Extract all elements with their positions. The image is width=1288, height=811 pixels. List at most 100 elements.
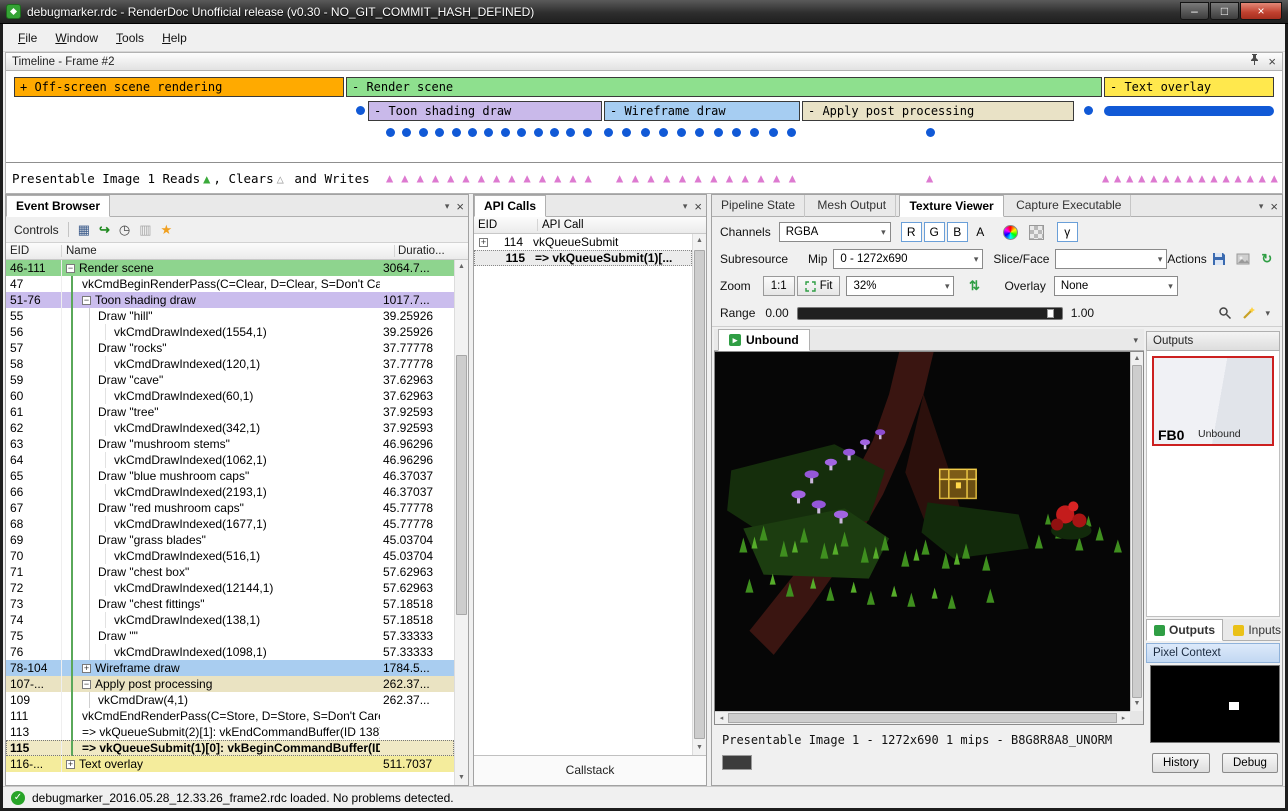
scrollbar-thumb[interactable] bbox=[1132, 365, 1142, 698]
outputs-header[interactable]: Outputs bbox=[1146, 331, 1280, 351]
scrollbar-vertical[interactable]: ▲ ▼ bbox=[692, 234, 706, 755]
menu-item-help[interactable]: Help bbox=[153, 27, 196, 49]
timeline-block-render-scene[interactable]: - Render scene bbox=[346, 77, 1102, 97]
tab-pipeline-state[interactable]: Pipeline State bbox=[712, 195, 805, 217]
tab-inputs[interactable]: Inputs bbox=[1226, 619, 1288, 641]
minimize-button[interactable]: – bbox=[1180, 2, 1209, 20]
event-row[interactable]: 58vkCmdDrawIndexed(120,1)37.77778 bbox=[6, 356, 454, 372]
event-row[interactable]: 61Draw "tree"37.92593 bbox=[6, 404, 454, 420]
history-button[interactable]: History bbox=[1152, 753, 1210, 773]
scroll-right-icon[interactable]: ▸ bbox=[1117, 712, 1130, 725]
draw-marker-dot[interactable] bbox=[787, 128, 796, 137]
event-row[interactable]: 56vkCmdDrawIndexed(1554,1)39.25926 bbox=[6, 324, 454, 340]
draw-marker-dot[interactable] bbox=[550, 128, 559, 137]
event-row[interactable]: 51-76−Toon shading draw1017.7... bbox=[6, 292, 454, 308]
chevron-down-icon[interactable]: ▾ bbox=[445, 201, 450, 212]
timeline-header[interactable]: Timeline - Frame #2 × bbox=[5, 52, 1283, 71]
event-row[interactable]: 63Draw "mushroom stems"46.96296 bbox=[6, 436, 454, 452]
tab-mesh-output[interactable]: Mesh Output bbox=[808, 195, 896, 217]
event-row[interactable]: 74vkCmdDrawIndexed(138,1)57.18518 bbox=[6, 612, 454, 628]
column-duration[interactable]: Duratio... bbox=[394, 245, 468, 257]
mip-dropdown[interactable]: 0 - 1272x690 ▾ bbox=[833, 249, 983, 269]
scroll-down-icon[interactable]: ▼ bbox=[1131, 697, 1143, 711]
event-row[interactable]: 70vkCmdDrawIndexed(516,1)45.03704 bbox=[6, 548, 454, 564]
menu-item-file[interactable]: File bbox=[9, 27, 46, 49]
expander-icon[interactable]: − bbox=[82, 296, 91, 305]
draw-marker-dot[interactable] bbox=[435, 128, 444, 137]
scrollbar-thumb[interactable] bbox=[694, 250, 705, 739]
title-bar[interactable]: debugmarker.rdc - RenderDoc Unofficial r… bbox=[0, 0, 1288, 24]
zoom-dropdown[interactable]: 32% ▾ bbox=[846, 276, 954, 296]
event-row[interactable]: 46-111−Render scene3064.7... bbox=[6, 260, 454, 276]
texture-image[interactable] bbox=[715, 352, 1130, 711]
event-row[interactable]: 78-104+Wireframe draw1784.5... bbox=[6, 660, 454, 676]
event-row[interactable]: 72vkCmdDrawIndexed(12144,1)57.62963 bbox=[6, 580, 454, 596]
event-row[interactable]: 57Draw "rocks"37.77778 bbox=[6, 340, 454, 356]
event-row[interactable]: 76vkCmdDrawIndexed(1098,1)57.33333 bbox=[6, 644, 454, 660]
draw-marker-dot[interactable] bbox=[714, 128, 723, 137]
event-row[interactable]: 62vkCmdDrawIndexed(342,1)37.92593 bbox=[6, 420, 454, 436]
event-row[interactable]: 55Draw "hill"39.25926 bbox=[6, 308, 454, 324]
api-call-row[interactable]: + 114 vkQueueSubmit bbox=[474, 234, 692, 250]
event-row[interactable]: 115=> vkQueueSubmit(1)[0]: vkBeginComman… bbox=[6, 740, 454, 756]
chevron-down-icon[interactable]: ▾ bbox=[1133, 335, 1138, 346]
draw-marker-dot[interactable] bbox=[769, 128, 778, 137]
draw-marker-dot[interactable] bbox=[695, 128, 704, 137]
time-draws-icon[interactable]: ◷ bbox=[119, 223, 130, 237]
framebuffer-thumbnail-fb0[interactable]: FB0 Unbound bbox=[1152, 356, 1274, 446]
tab-event-browser[interactable]: Event Browser bbox=[6, 195, 110, 217]
api-call-row-selected[interactable]: 115 => vkQueueSubmit(1)[... bbox=[474, 250, 692, 266]
texture-scrollbar-horizontal[interactable]: ◂ ▸ bbox=[715, 711, 1130, 724]
toolbar-overflow-icon[interactable]: ▾ bbox=[1265, 308, 1270, 319]
chevron-down-icon[interactable]: ▾ bbox=[1259, 201, 1264, 212]
event-row[interactable]: 59Draw "cave"37.62963 bbox=[6, 372, 454, 388]
scroll-up-icon[interactable]: ▲ bbox=[455, 260, 468, 274]
event-row[interactable]: 67Draw "red mushroom caps"45.77778 bbox=[6, 500, 454, 516]
draw-marker-dot[interactable] bbox=[468, 128, 477, 137]
export-image-icon[interactable] bbox=[1231, 249, 1255, 269]
close-panel-icon[interactable]: × bbox=[456, 199, 464, 214]
event-row[interactable]: 69Draw "grass blades"45.03704 bbox=[6, 532, 454, 548]
bookmark-icon[interactable]: ★ bbox=[161, 223, 173, 237]
draw-marker-dot[interactable] bbox=[484, 128, 493, 137]
event-row[interactable]: 107-...−Apply post processing262.37... bbox=[6, 676, 454, 692]
tab-api-calls[interactable]: API Calls bbox=[474, 195, 546, 217]
close-panel-icon[interactable]: × bbox=[1268, 56, 1276, 68]
expander-icon[interactable]: + bbox=[479, 238, 488, 247]
wand-icon[interactable] bbox=[1237, 303, 1261, 323]
column-name[interactable]: Name bbox=[62, 245, 394, 257]
checkerboard-icon[interactable] bbox=[1025, 222, 1049, 242]
column-api-call[interactable]: API Call bbox=[538, 219, 706, 231]
timeline-icon[interactable]: ▦ bbox=[78, 223, 90, 237]
event-row[interactable]: 73Draw "chest fittings"57.18518 bbox=[6, 596, 454, 612]
range-slider[interactable] bbox=[797, 307, 1063, 320]
tab-capture-executable[interactable]: Capture Executable bbox=[1007, 195, 1131, 217]
event-row[interactable]: 71Draw "chest box"57.62963 bbox=[6, 564, 454, 580]
draw-marker-dot[interactable] bbox=[419, 128, 428, 137]
event-row[interactable]: 109vkCmdDraw(4,1)262.37... bbox=[6, 692, 454, 708]
timeline-block-toon-shading[interactable]: - Toon shading draw bbox=[368, 101, 602, 121]
debug-button[interactable]: Debug bbox=[1222, 753, 1278, 773]
expander-icon[interactable]: + bbox=[66, 760, 75, 769]
flip-y-icon[interactable]: ⇅ bbox=[962, 276, 986, 296]
event-row[interactable]: 68vkCmdDrawIndexed(1677,1)45.77778 bbox=[6, 516, 454, 532]
channel-green-button[interactable]: G bbox=[924, 222, 945, 242]
channels-dropdown[interactable]: RGBA ▾ bbox=[779, 222, 891, 242]
timeline-block-wireframe[interactable]: - Wireframe draw bbox=[604, 101, 800, 121]
draw-marker-dot[interactable] bbox=[1084, 106, 1093, 115]
draw-marker-dot[interactable] bbox=[452, 128, 461, 137]
scrollbar-vertical[interactable]: ▲ ▼ bbox=[454, 260, 468, 785]
timeline-activity-bar[interactable] bbox=[1104, 106, 1274, 116]
texture-display-area[interactable]: ▲ ▼ ◂ ▸ bbox=[714, 351, 1144, 725]
event-row[interactable]: 66vkCmdDrawIndexed(2193,1)46.37037 bbox=[6, 484, 454, 500]
chevron-down-icon[interactable]: ▾ bbox=[683, 201, 688, 212]
overlay-dropdown[interactable]: None ▾ bbox=[1054, 276, 1178, 296]
timeline-block-text-overlay[interactable]: - Text overlay bbox=[1104, 77, 1274, 97]
scroll-up-icon[interactable]: ▲ bbox=[1131, 352, 1143, 366]
event-row[interactable]: 47vkCmdBeginRenderPass(C=Clear, D=Clear,… bbox=[6, 276, 454, 292]
scrollbar-thumb[interactable] bbox=[456, 355, 467, 615]
draw-marker-dot[interactable] bbox=[677, 128, 686, 137]
stats-icon[interactable]: ▥ bbox=[139, 223, 151, 237]
event-row[interactable]: 75Draw ""57.33333 bbox=[6, 628, 454, 644]
draw-marker-dot[interactable] bbox=[517, 128, 526, 137]
